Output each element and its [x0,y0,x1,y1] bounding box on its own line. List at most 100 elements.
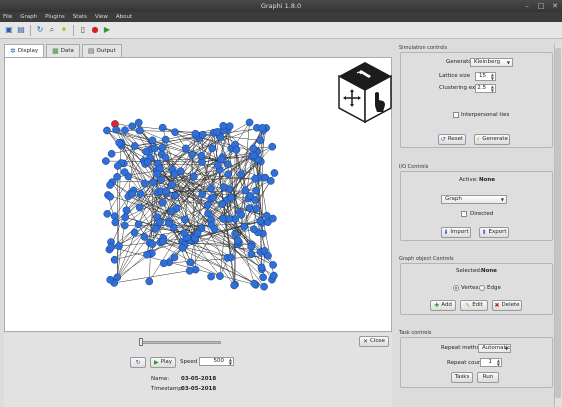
graph-vertex[interactable] [140,179,149,188]
graph-vertex[interactable] [158,198,167,207]
graph-vertex[interactable] [115,242,123,250]
graph-vertex[interactable] [230,281,239,290]
graph-vertex[interactable] [260,282,268,291]
graph-vertex[interactable] [258,124,267,132]
graph-vertex[interactable] [186,258,195,267]
graph-vertex[interactable] [191,129,200,138]
graph-vertex[interactable] [171,191,180,200]
graph-vertex[interactable] [103,126,111,135]
graph-vertex[interactable] [249,144,258,153]
graph-vertex[interactable] [162,187,170,196]
graph-vertex[interactable] [198,190,207,199]
menu-about[interactable]: About [116,12,132,22]
graph-vertex[interactable] [159,237,167,246]
graph-vertex[interactable] [198,130,207,139]
graph-view[interactable] [5,58,391,331]
menu-stats[interactable]: Stats [73,12,87,22]
graph-vertex[interactable] [210,225,219,233]
graph-vertex[interactable] [207,184,216,193]
speed-stepper-icon[interactable]: ▲ ▼ [229,358,232,366]
vertex-radio[interactable] [453,285,459,291]
graph-vertex[interactable] [171,128,179,137]
tab-data[interactable]: ▦ Data [46,44,80,57]
settings-icon[interactable]: ✦ [59,25,69,35]
graph-vertex[interactable] [249,225,258,234]
graph-vertex[interactable] [103,210,112,218]
graph-vertex[interactable] [259,273,267,282]
repeat-count-input[interactable]: 1 ▲ ▼ [480,358,502,367]
graph-vertex[interactable] [257,263,266,272]
graph-vertex[interactable] [185,266,194,275]
graph-vertex[interactable] [157,175,165,184]
lattice-stepper-icon[interactable]: ▲ ▼ [491,73,494,81]
minimize-icon[interactable]: – [523,2,531,10]
graph-vertex[interactable] [219,121,228,130]
graph-vertex[interactable] [181,215,189,224]
graph-vertex[interactable] [256,217,265,225]
reset-playback-button[interactable]: ↻ [130,357,146,368]
graph-vertex[interactable] [121,126,129,135]
graph-vertex[interactable] [110,255,119,264]
graph-vertex[interactable] [225,215,234,223]
graph-vertex[interactable] [209,193,218,202]
graph-vertex[interactable] [268,142,277,151]
graph-vertex[interactable] [106,275,115,284]
graph-vertex[interactable] [181,144,190,153]
close-window-icon[interactable]: ✕ [551,2,559,10]
graph-vertex[interactable] [113,162,122,170]
graph-vertex[interactable] [188,150,196,159]
graph-vertex[interactable] [197,151,206,160]
graph-vertex[interactable] [193,229,202,238]
graph-vertex[interactable] [134,118,143,127]
graph-vertex[interactable] [227,253,235,262]
graph-vertex[interactable] [120,168,129,176]
graph-vertex[interactable] [164,219,173,228]
graph-vertex[interactable] [107,243,116,252]
generator-select[interactable]: Kleinberg ▼ [470,58,513,67]
graph-vertex[interactable] [151,224,160,233]
graph-vertex[interactable] [269,214,277,223]
graph-vertex[interactable] [168,180,177,189]
graph-vertex[interactable] [135,126,144,135]
graph-vertex[interactable] [225,122,234,131]
speed-input[interactable]: 500 ▲ ▼ [199,357,234,366]
clustering-input[interactable]: 2.5 ▲ ▼ [475,84,496,93]
graph-vertex[interactable] [270,169,279,177]
graph-vertex[interactable] [113,173,121,181]
tab-display[interactable]: ✲ Display [4,44,45,57]
graph-vertex[interactable] [176,167,185,176]
edge-radio[interactable] [479,285,485,291]
graph-vertex[interactable] [251,174,260,183]
graph-vertex[interactable] [180,229,188,238]
maximize-icon[interactable]: □ [537,2,545,10]
graph-vertex[interactable] [142,147,151,156]
repeat-count-stepper-icon[interactable]: ▲ ▼ [497,359,500,367]
graph-canvas[interactable] [4,57,392,332]
record-icon[interactable]: ● [90,25,100,35]
graph-vertex[interactable] [245,118,254,127]
io-type-select[interactable]: Graph ▼ [441,195,507,204]
graph-vertex[interactable] [250,151,258,160]
graph-vertex[interactable] [106,181,114,189]
save-icon[interactable]: ▣ [4,25,14,35]
menu-plugins[interactable]: Plugins [45,12,65,22]
export-button[interactable]: ⬆ Export [479,227,509,238]
graph-vertex[interactable] [159,259,168,268]
tasks-button[interactable]: Tasks [451,372,473,383]
graph-vertex[interactable] [150,144,159,153]
graph-vertex[interactable] [107,149,116,158]
graph-vertex[interactable] [231,230,239,238]
lattice-size-input[interactable]: 15 ▲ ▼ [475,72,496,81]
graph-vertex[interactable] [143,250,151,259]
play-icon[interactable]: ▶ [102,25,112,35]
graph-vertex[interactable] [167,207,176,216]
close-button[interactable]: ✕ Close [359,336,389,347]
graph-vertex[interactable] [207,272,215,281]
search-icon[interactable]: ⌕ [47,25,57,35]
graph-vertex[interactable] [269,261,277,269]
graph-vertex[interactable] [266,177,275,185]
graph-vertex[interactable] [178,244,187,252]
graph-vertex[interactable] [223,160,232,168]
graph-vertex[interactable] [130,142,139,150]
graph-vertex[interactable] [213,128,221,136]
